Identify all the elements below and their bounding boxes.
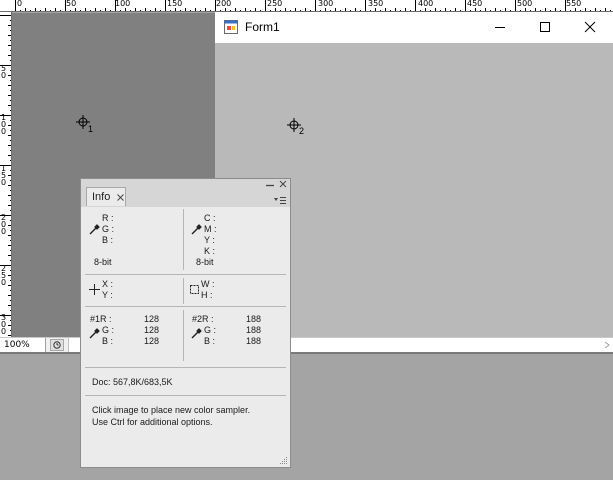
sampler2-g-value: 188 [246, 325, 262, 335]
ruler-label-50: 50 [66, 0, 77, 8]
tab-info-label: Info [92, 191, 111, 203]
ruler-vlabel-200: 2 0 0 [1, 213, 7, 236]
clock-icon [53, 341, 61, 349]
ruler-vlabel-100: 1 0 0 [1, 113, 7, 136]
divider [85, 395, 286, 396]
divider [85, 274, 286, 275]
sampler1-b-label: B : [102, 336, 114, 346]
bit-depth-right: 8-bit [196, 257, 214, 267]
cmyk-y-label: Y : [204, 235, 215, 245]
ruler-vlabel-50: 5 0 [1, 64, 7, 80]
sampler2-b-value: 188 [246, 336, 262, 346]
bit-depth-left: 8-bit [94, 257, 112, 267]
h-label: H : [201, 290, 213, 300]
hint-line-2: Use Ctrl for additional options. [92, 417, 213, 427]
color-sampler-2[interactable]: 2 [287, 118, 307, 138]
sampler-2-label: 2 [299, 126, 305, 136]
sampler1-r-label: #1R : [90, 314, 112, 324]
ruler-label-450: 450 [467, 0, 483, 8]
ruler-vlabel-250: 2 5 0 [1, 264, 7, 287]
ruler-label-300: 300 [318, 0, 334, 8]
ruler-label-150: 150 [167, 0, 183, 8]
ruler-label-550: 550 [566, 0, 582, 8]
sampler2-r-label: #2R : [192, 314, 214, 324]
color-sampler-1[interactable]: 1 [76, 115, 96, 135]
maximize-icon [539, 22, 550, 32]
sampler1-g-value: 128 [144, 325, 160, 335]
sampler1-g-label: G : [102, 325, 115, 335]
minimize-button[interactable] [477, 12, 522, 42]
divider [183, 310, 184, 361]
sampler2-b-label: B : [204, 336, 216, 346]
ruler-label-400: 400 [418, 0, 434, 8]
minimize-icon [494, 27, 505, 28]
eyedropper-icon [191, 224, 202, 235]
ruler-label-350: 350 [368, 0, 384, 8]
horizontal-ruler[interactable]: 0 50 100 150 200 250 300 350 400 450 500… [0, 0, 613, 12]
sampler2-r-value: 188 [246, 314, 262, 324]
crosshair-icon [89, 284, 100, 295]
eyedropper-icon [89, 224, 100, 235]
cmyk-c-label: C : [204, 213, 216, 223]
ruler-vlabel-300: 3 0 0 [1, 313, 7, 336]
sampler-1-label: 1 [88, 124, 94, 134]
ruler-label-500: 500 [517, 0, 533, 8]
w-label: W : [201, 279, 215, 289]
sampler1-r-value: 128 [144, 314, 160, 324]
hint-line-1: Click image to place new color sampler. [92, 405, 251, 415]
zoom-level-field[interactable]: 100% [0, 338, 46, 352]
ruler-vlabel-150: 1 5 0 [1, 164, 7, 187]
panel-close-icon[interactable] [279, 180, 287, 188]
doc-size: Doc: 567,8K/683,5K [92, 377, 173, 387]
close-button[interactable] [567, 12, 612, 42]
form-title: Form1 [245, 20, 280, 34]
divider [85, 306, 286, 307]
divider [183, 278, 184, 304]
eyedropper-icon [89, 328, 100, 339]
ruler-label-250: 250 [267, 0, 283, 8]
panel-collapse-icon[interactable] [266, 182, 274, 187]
tab-close-icon[interactable] [117, 194, 124, 201]
panel-menu-icon[interactable] [273, 196, 287, 205]
sampler1-b-value: 128 [144, 336, 160, 346]
scroll-right-icon[interactable] [604, 341, 610, 349]
rgb-r-label: R : [102, 213, 114, 223]
panel-header[interactable]: Info [81, 179, 290, 207]
ruler-label-0: 0 [17, 0, 23, 8]
close-icon [584, 21, 595, 33]
form-app-icon [224, 20, 238, 34]
sampler2-g-label: G : [204, 325, 217, 335]
timing-button[interactable] [50, 339, 64, 351]
resize-grip-icon[interactable] [278, 455, 288, 465]
x-label: X : [102, 279, 114, 289]
eyedropper-icon [191, 328, 202, 339]
ruler-label-200: 200 [216, 0, 232, 8]
ruler-label-100: 100 [115, 0, 131, 8]
info-panel[interactable]: Info R : G : B : 8-bit C : M : Y : K : 8… [80, 178, 291, 468]
divider [183, 209, 184, 270]
y-label: Y : [102, 290, 113, 300]
cmyk-k-label: K : [204, 246, 216, 256]
form-window-titlebar[interactable]: Form1 [215, 12, 613, 43]
tab-info[interactable]: Info [86, 187, 126, 206]
maximize-button[interactable] [522, 12, 567, 42]
divider [85, 367, 286, 368]
rgb-g-label: G : [102, 224, 115, 234]
vertical-ruler[interactable]: 5 0 1 0 0 1 5 0 2 0 0 2 5 0 3 0 0 [0, 12, 12, 337]
rgb-b-label: B : [102, 235, 114, 245]
marquee-icon [190, 285, 199, 294]
cmyk-m-label: M : [204, 224, 217, 234]
